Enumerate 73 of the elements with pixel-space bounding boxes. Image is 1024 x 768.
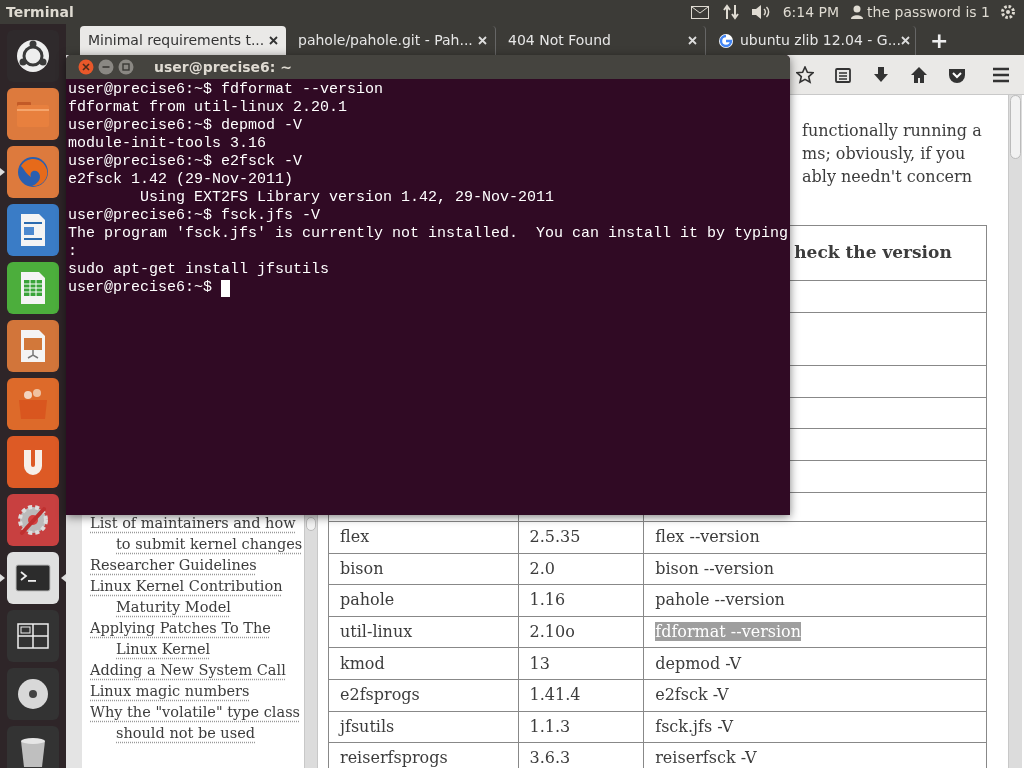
launcher-item[interactable] bbox=[7, 726, 59, 768]
table-cell-text: bison --version bbox=[655, 558, 775, 578]
table-cell-text: pahole --version bbox=[655, 590, 785, 610]
terminal-line: user@precise6:~$ e2fsck -V bbox=[68, 153, 303, 171]
terminal-line: e2fsck 1.42 (29-Nov-2011) bbox=[68, 171, 294, 189]
sidebar-link[interactable]: List of maintainers and how to submit kernel changes bbox=[90, 513, 304, 555]
launcher-item[interactable] bbox=[7, 552, 59, 604]
table-cell: 2.0 bbox=[518, 553, 644, 585]
paragraph-line: functionally running a bbox=[802, 120, 983, 142]
launcher-item[interactable] bbox=[7, 30, 59, 82]
sidebar-link[interactable]: Adding a New System Call bbox=[90, 660, 304, 681]
table-cell: pahole bbox=[328, 584, 519, 617]
table-cell-text: flex --version bbox=[655, 527, 760, 547]
table-cell: bison bbox=[328, 553, 519, 585]
table-cell: flex bbox=[328, 521, 519, 554]
table-cell: 1.41.4 bbox=[518, 679, 644, 712]
window-title: user@precise6: ~ bbox=[154, 57, 292, 77]
table-cell-text: e2fsck -V bbox=[655, 685, 729, 705]
terminal-line: : bbox=[68, 243, 77, 261]
terminal-line: Using EXT2FS Library version 1.42, 29-Nov-2011 bbox=[139, 189, 555, 207]
person-icon[interactable] bbox=[851, 5, 864, 19]
scrollbar-thumb[interactable] bbox=[306, 517, 316, 531]
scrollbar-thumb[interactable] bbox=[1010, 95, 1021, 159]
mail-icon[interactable] bbox=[690, 5, 709, 19]
table-cell-text: fsck.jfs -V bbox=[655, 716, 734, 736]
app-title: Terminal bbox=[6, 2, 74, 22]
sidebar-link[interactable]: Why the "volatile" type class should not be used bbox=[90, 702, 304, 744]
terminal-line: fdformat from util-linux 2.20.1 bbox=[68, 99, 348, 117]
terminal-line: user@precise6:~$ depmod -V bbox=[68, 117, 303, 135]
volume-icon[interactable] bbox=[750, 4, 771, 20]
table-cell-text: reiserfsck -V bbox=[655, 748, 757, 768]
reading-list-icon[interactable] bbox=[834, 65, 852, 84]
table-cell: reiserfsprogs bbox=[328, 742, 519, 768]
terminal-line: The program 'fsck.jfs' is currently not installed. You can install it by typing bbox=[68, 225, 789, 243]
new-tab-button[interactable]: + bbox=[920, 26, 959, 55]
table-cell: 2.10o bbox=[518, 616, 644, 648]
terminal-line: user@precise6:~$ bbox=[68, 279, 214, 297]
table-cell: jfsutils bbox=[328, 711, 519, 743]
sidebar-link[interactable]: Linux Kernel Contribution Maturity Model bbox=[90, 576, 304, 618]
paragraph-line: ms; obviously, if you bbox=[802, 143, 967, 165]
star-icon[interactable] bbox=[796, 65, 814, 84]
table-cell-text: fdformat --version bbox=[655, 622, 802, 642]
close-icon[interactable] bbox=[269, 36, 278, 45]
table-cell: kmod bbox=[328, 647, 519, 680]
sidebar-link[interactable]: Linux magic numbers bbox=[90, 681, 304, 702]
paragraph-line: ably needn't concern bbox=[802, 166, 973, 188]
table-cell: util-linux bbox=[328, 616, 519, 648]
launcher-item[interactable] bbox=[7, 610, 59, 662]
sidebar-link[interactable]: Researcher Guidelines bbox=[90, 555, 304, 576]
table-cell: 13 bbox=[518, 647, 644, 680]
clock[interactable]: 6:14 PM bbox=[782, 1, 840, 23]
table-cell: 1.1.3 bbox=[518, 711, 644, 743]
sidebar-link[interactable]: Applying Patches To The Linux Kernel bbox=[90, 618, 304, 660]
launcher-item[interactable] bbox=[7, 668, 59, 720]
home-icon[interactable] bbox=[910, 65, 928, 84]
search-engine-icon bbox=[718, 32, 734, 49]
table-cell: 2.5.35 bbox=[518, 521, 644, 554]
maximize-icon[interactable] bbox=[118, 59, 134, 75]
minimize-icon[interactable] bbox=[98, 59, 114, 75]
table-cell: e2fsprogs bbox=[328, 679, 519, 712]
terminal-line: user@precise6:~$ fsck.jfs -V bbox=[68, 207, 321, 225]
terminal-line: sudo apt-get install jfsutils bbox=[68, 261, 330, 279]
table-cell-text: depmod -V bbox=[655, 653, 742, 673]
user-name[interactable]: the password is 1 bbox=[867, 1, 990, 23]
column-header: heck the version bbox=[794, 242, 952, 263]
menu-icon[interactable] bbox=[992, 65, 1010, 84]
terminal-line: user@precise6:~$ fdformat --version bbox=[68, 81, 384, 99]
table-cell: 1.16 bbox=[518, 584, 644, 617]
gear-icon[interactable] bbox=[1000, 4, 1016, 20]
browser-tab[interactable]: Minimal requirements t... bbox=[80, 26, 286, 55]
terminal-line: module-init-tools 3.16 bbox=[68, 135, 267, 153]
network-icon[interactable] bbox=[722, 4, 739, 20]
download-icon[interactable] bbox=[872, 65, 890, 84]
